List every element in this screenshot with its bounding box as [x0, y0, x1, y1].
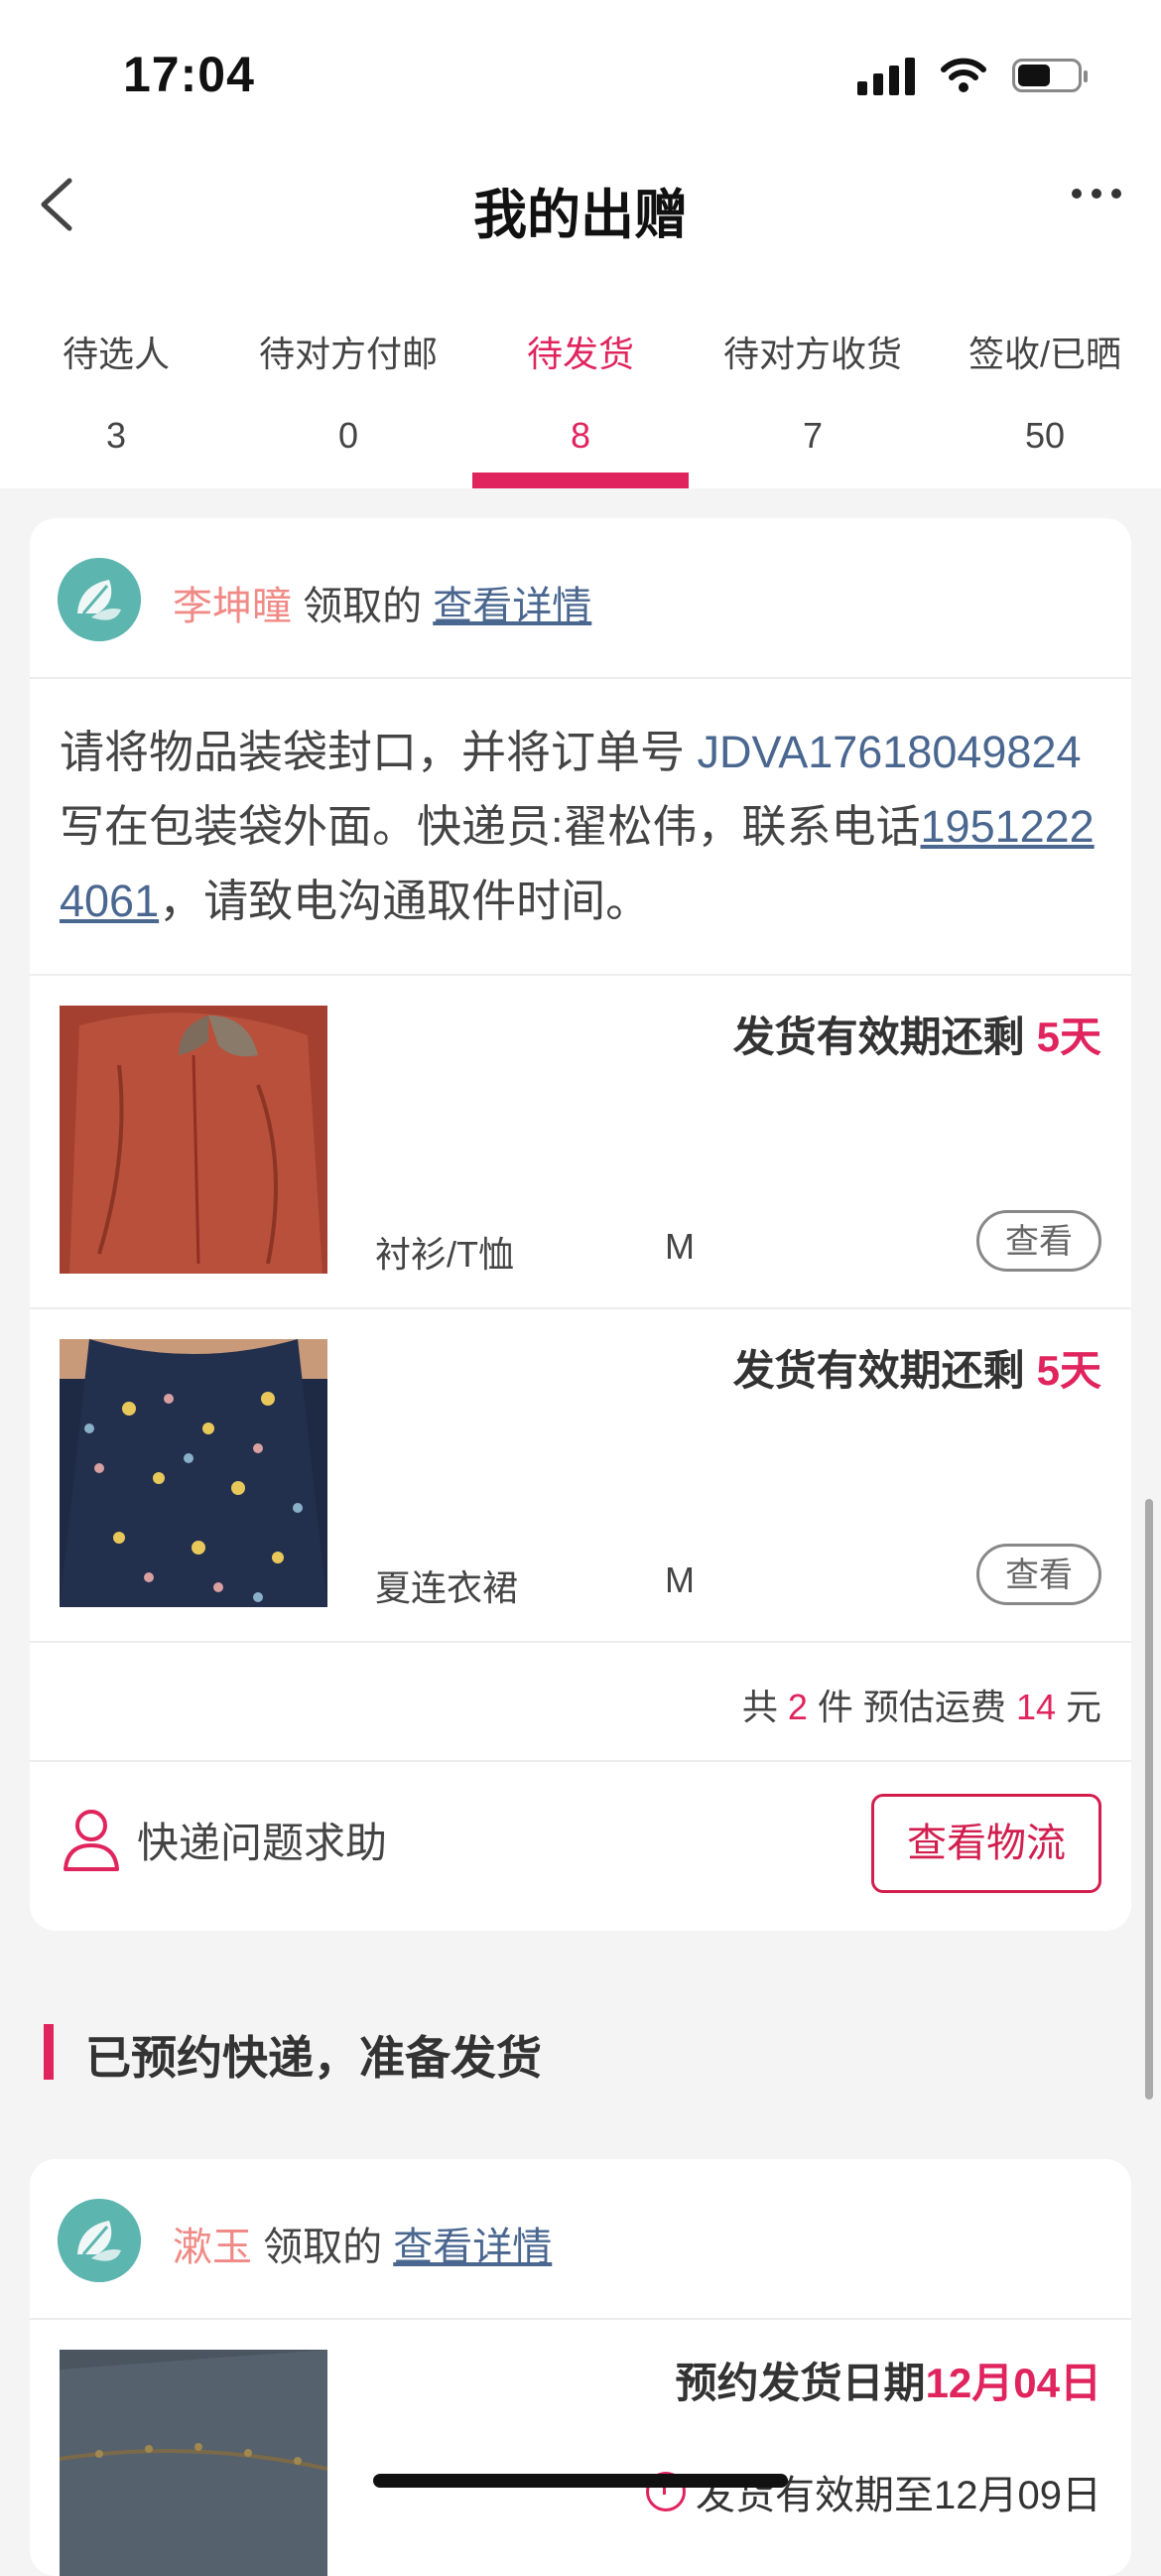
view-item-button[interactable]: 查看 — [976, 1210, 1101, 1272]
status-time: 17:04 — [123, 47, 255, 102]
tab-received[interactable]: 签收/已晒 50 — [929, 258, 1161, 488]
cellular-signal-icon — [857, 56, 915, 95]
list-item: 预约发货日期12月04日 发货有效期至12月09日 — [30, 2320, 1131, 2576]
avatar[interactable] — [58, 2199, 141, 2282]
tab-label: 待选人 — [62, 334, 170, 374]
summary-prefix: 共 — [741, 1687, 778, 1727]
tab-count: 0 — [337, 415, 359, 456]
leaf-logo-icon — [58, 558, 141, 641]
page-title: 我的出赠 — [473, 186, 688, 245]
claim-suffix: 领取的 — [303, 585, 423, 628]
tab-pending-shipment[interactable]: 待发货 8 — [464, 258, 697, 488]
deadline-label: 发货有效期还剩 — [732, 1347, 1025, 1394]
scheduled-shipment-card: 漱玉 领取的 查看详情 预约发货日期12月04日 发货有效期至12月09日 — [30, 2159, 1131, 2576]
days-remaining: 5天 — [1036, 1347, 1101, 1394]
active-tab-indicator — [472, 473, 689, 488]
days-remaining: 5天 — [1036, 1014, 1101, 1060]
courier-help-label: 快递问题求助 — [137, 1820, 388, 1866]
status-tabs: 待选人 3 待对方付邮 0 待发货 8 待对方收货 7 签收/已晒 50 — [0, 258, 1161, 488]
scrollbar[interactable] — [1145, 1499, 1153, 2100]
item-image-red-shirt[interactable] — [60, 1006, 327, 1274]
tab-pending-postage[interactable]: 待对方付邮 0 — [232, 258, 464, 488]
list-item: 发货有效期还剩 5天 衬衫/T恤 M 查看 — [30, 976, 1131, 1309]
shipping-deadline: 发货有效期还剩 5天 — [733, 1004, 1101, 1064]
deadline-label: 发货有效期还剩 — [732, 1014, 1025, 1060]
claim-line: 李坤曈 领取的 查看详情 — [173, 574, 591, 631]
item-count: 2 — [787, 1687, 808, 1727]
currency-unit: 元 — [1065, 1687, 1101, 1727]
item-category: 夏连衣裙 — [375, 1567, 519, 1608]
status-icons — [857, 56, 1088, 95]
view-item-button[interactable]: 查看 — [976, 1544, 1101, 1605]
date-value: 12月04日 — [925, 2360, 1101, 2406]
tab-label: 待对方付邮 — [258, 334, 438, 374]
person-icon — [64, 1810, 119, 1871]
card-header: 李坤曈 领取的 查看详情 — [30, 518, 1131, 679]
claim-line: 漱玉 领取的 查看详情 — [173, 2215, 552, 2272]
card-header: 漱玉 领取的 查看详情 — [30, 2159, 1131, 2320]
leaf-logo-icon — [58, 2199, 141, 2282]
view-details-link[interactable]: 查看详情 — [433, 585, 591, 628]
tab-count: 50 — [1024, 415, 1066, 456]
item-category: 衬衫/T恤 — [375, 1234, 514, 1275]
tab-count: 3 — [105, 415, 127, 456]
tab-pending-selection[interactable]: 待选人 3 — [0, 258, 232, 488]
shipping-expiry: 发货有效期至12月09日 — [646, 2463, 1101, 2520]
view-details-link[interactable]: 查看详情 — [393, 2226, 552, 2269]
date-label: 预约发货日期 — [675, 2360, 926, 2406]
item-image-denim[interactable] — [60, 2350, 327, 2576]
more-options-button[interactable] — [1072, 189, 1121, 199]
claimer-name[interactable]: 李坤曈 — [173, 585, 292, 628]
tab-count: 8 — [570, 415, 591, 456]
item-size: M — [665, 1559, 695, 1600]
instruction-text: 请将物品装袋封口，并将订单号 — [60, 727, 698, 777]
claimer-name[interactable]: 漱玉 — [173, 2226, 252, 2269]
shipping-fee: 14 — [1015, 1687, 1056, 1727]
section-accent-bar — [44, 2024, 54, 2080]
tab-label: 签收/已晒 — [968, 334, 1121, 374]
shipping-deadline: 发货有效期还剩 5天 — [733, 1337, 1101, 1398]
view-logistics-button[interactable]: 查看物流 — [871, 1794, 1101, 1893]
item-size: M — [665, 1226, 695, 1267]
list-item: 发货有效期还剩 5天 夏连衣裙 M 查看 — [30, 1309, 1131, 1643]
avatar[interactable] — [58, 558, 141, 641]
tab-label: 待对方收货 — [722, 334, 902, 374]
tab-label: 待发货 — [526, 334, 634, 374]
status-bar: 17:04 — [0, 0, 1161, 149]
claim-suffix: 领取的 — [263, 2226, 383, 2269]
shipment-card: 李坤曈 领取的 查看详情 请将物品装袋封口，并将订单号 JDVA17618049… — [30, 518, 1131, 1931]
item-image-navy-floral-dress[interactable] — [60, 1339, 327, 1607]
summary-text: 共2件 预估运费 14 元 — [742, 1679, 1101, 1730]
order-summary: 共2件 预估运费 14 元 — [30, 1643, 1131, 1762]
home-indicator[interactable] — [373, 2474, 788, 2488]
card-footer: 快递问题求助 查看物流 — [30, 1762, 1131, 1931]
expiry-text: 发货有效期至12月09日 — [696, 2474, 1101, 2517]
packing-instructions: 请将物品装袋封口，并将订单号 JDVA17618049824 写在包装袋外面。快… — [30, 679, 1131, 976]
battery-icon — [1012, 59, 1088, 92]
summary-mid: 件 预估运费 — [817, 1687, 1006, 1727]
tab-count: 7 — [802, 415, 824, 456]
wifi-icon — [941, 58, 986, 92]
instruction-text: 写在包装袋外面。快递员:翟松伟，联系电话 — [60, 801, 921, 852]
scheduled-ship-date: 预约发货日期12月04日 — [676, 2350, 1101, 2410]
order-number: JDVA17618049824 — [697, 727, 1082, 777]
nav-bar: 我的出赠 — [0, 149, 1161, 258]
instruction-text: ，请致电沟通取件时间。 — [159, 876, 651, 926]
tab-pending-receipt[interactable]: 待对方收货 7 — [697, 258, 929, 488]
more-dot-icon — [1072, 189, 1082, 199]
section-title: 已预约快递，准备发货 — [85, 2032, 542, 2084]
